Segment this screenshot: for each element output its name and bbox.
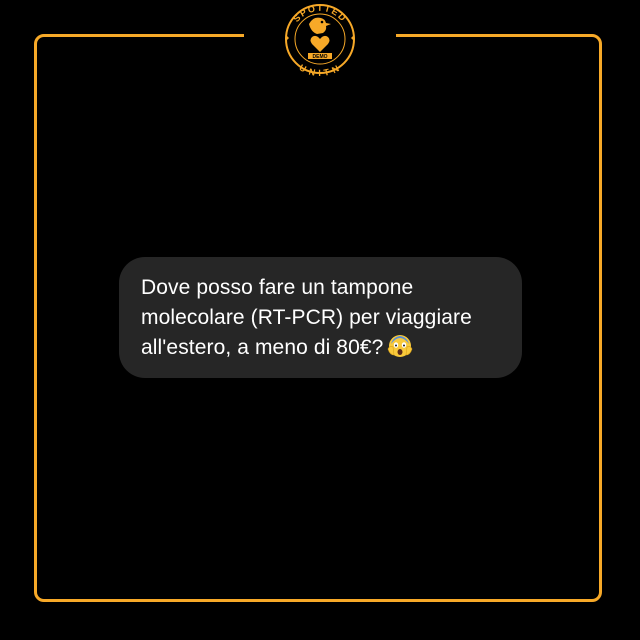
logo-ribbon-text: DEMO bbox=[313, 54, 328, 60]
screaming-face-icon bbox=[388, 335, 413, 357]
message-bubble: Dove posso fare un tampone molecolare (R… bbox=[119, 257, 522, 378]
spotted-unitn-logo: SPOTTED UNITN DEMO bbox=[285, 3, 355, 78]
message-line-3-text: all'estero, a meno di 80€? bbox=[141, 336, 384, 359]
message-line-3: all'estero, a meno di 80€? bbox=[141, 333, 502, 363]
message-line-2: molecolare (RT-PCR) per viaggiare bbox=[141, 306, 472, 329]
message-line-1: Dove posso fare un tampone bbox=[141, 276, 414, 299]
